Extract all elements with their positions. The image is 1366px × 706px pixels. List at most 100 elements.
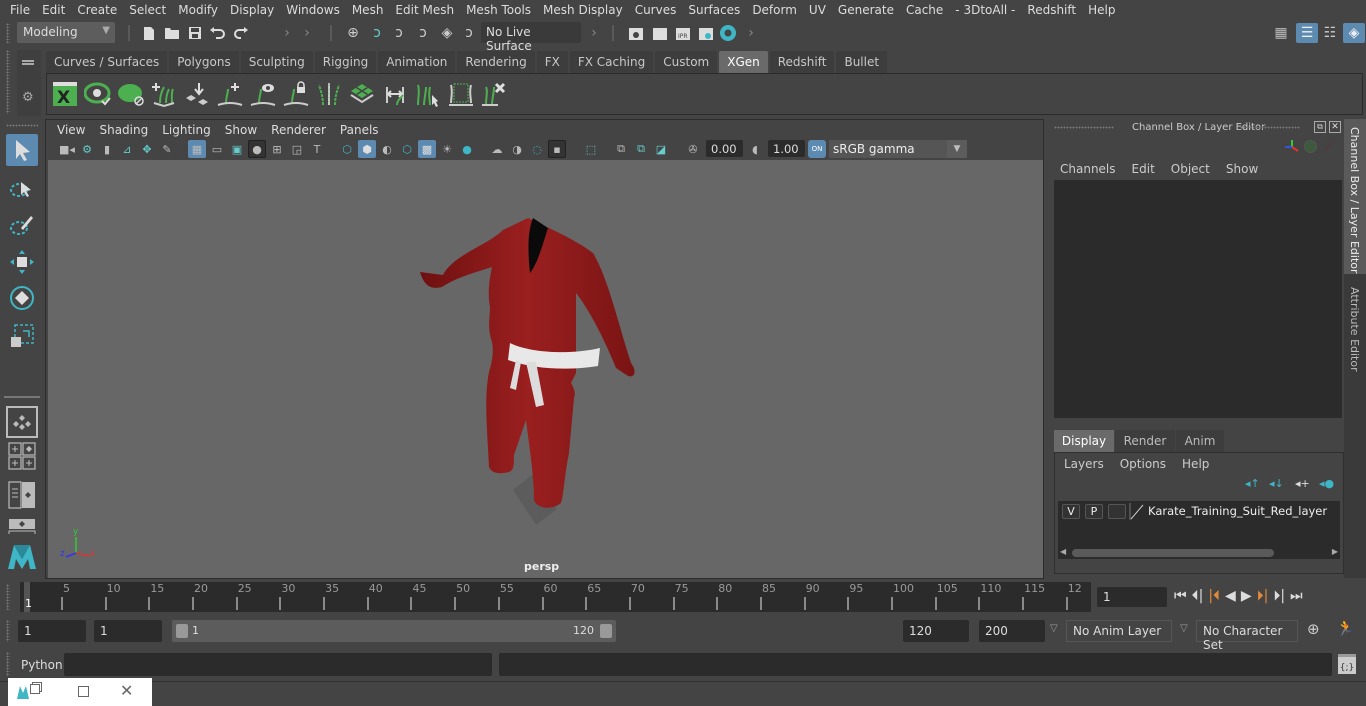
move-layer-up-icon[interactable]: ◂↑: [1245, 477, 1260, 490]
menu-edit-mesh[interactable]: Edit Mesh: [389, 3, 460, 17]
shelf-tab-fx-caching[interactable]: FX Caching: [569, 51, 654, 73]
shelf-tab-sculpting[interactable]: Sculpting: [240, 51, 313, 73]
shelf-menu-icon[interactable]: [22, 60, 34, 62]
layer-menu-layers[interactable]: Layers: [1064, 457, 1120, 471]
menu-help[interactable]: Help: [1082, 3, 1121, 17]
move-tool-icon[interactable]: [6, 246, 38, 278]
layer-playback-toggle[interactable]: P: [1085, 504, 1103, 519]
save-scene-icon[interactable]: [186, 24, 204, 42]
cb-menu-channels[interactable]: Channels: [1060, 162, 1132, 176]
menu-edit[interactable]: Edit: [36, 3, 71, 17]
step-forward-frame-icon[interactable]: ⏵|: [1257, 588, 1269, 604]
menu-cache[interactable]: Cache: [900, 3, 949, 17]
undo-icon[interactable]: [208, 24, 226, 42]
field-chart-icon[interactable]: ⊞: [268, 140, 286, 158]
layer-color-swatch[interactable]: [1129, 503, 1145, 520]
film-gate-icon[interactable]: ▭: [208, 140, 226, 158]
multisample-aa-icon[interactable]: ◌: [528, 140, 546, 158]
collapse-arrow-icon[interactable]: ›: [298, 24, 316, 42]
snap-live-icon[interactable]: ◈: [438, 24, 456, 42]
current-frame-field[interactable]: 1: [1097, 587, 1167, 607]
gamma-icon[interactable]: ◖: [746, 140, 764, 158]
menu-file[interactable]: File: [4, 3, 36, 17]
layer-name[interactable]: Karate_Training_Suit_Red_layer: [1148, 504, 1327, 518]
close-panel-icon[interactable]: ✕: [1329, 121, 1341, 133]
textured-icon[interactable]: ▩: [418, 140, 436, 158]
select-tool-icon[interactable]: [6, 134, 38, 166]
xgen-select-guides-icon[interactable]: [413, 79, 443, 109]
mode-selector[interactable]: Modeling ▼: [17, 22, 115, 43]
shelf-tab-xgen[interactable]: XGen: [719, 51, 768, 73]
shelf-tab-rendering[interactable]: Rendering: [457, 51, 535, 73]
layer-horizontal-scrollbar[interactable]: ◀ ▶: [1058, 547, 1340, 559]
menu-mesh[interactable]: Mesh: [346, 3, 390, 17]
manipulator-axis-icon[interactable]: [1284, 139, 1300, 158]
xgen-preview-icon[interactable]: [83, 79, 113, 109]
panel-menu-show[interactable]: Show: [218, 123, 264, 137]
layer-menu-help[interactable]: Help: [1182, 457, 1209, 471]
menu-modify[interactable]: Modify: [172, 3, 224, 17]
collapse-arrow-icon[interactable]: ›: [742, 24, 760, 42]
screen-space-ao-icon[interactable]: ☁: [488, 140, 506, 158]
isolate-select-icon[interactable]: ⬚: [582, 140, 600, 158]
xgen-place-guides-icon[interactable]: [182, 79, 212, 109]
render-frame-icon[interactable]: [651, 24, 669, 42]
play-forwards-icon[interactable]: ▶: [1241, 588, 1252, 604]
panel-menu-lighting[interactable]: Lighting: [155, 123, 218, 137]
new-layer-from-selected-icon[interactable]: ◂●: [1319, 477, 1334, 490]
go-to-end-icon[interactable]: ⏭: [1290, 588, 1303, 604]
render-settings-icon[interactable]: [697, 24, 715, 42]
collapse-arrow-icon[interactable]: ›: [585, 24, 603, 42]
hyperbolic-icon[interactable]: ⟋: [1324, 140, 1332, 155]
animation-preferences-icon[interactable]: 🏃: [1336, 619, 1355, 637]
tool-settings-toggle-icon[interactable]: ☷: [1321, 24, 1339, 42]
range-grip[interactable]: [6, 620, 10, 642]
layer-tab-anim[interactable]: Anim: [1176, 430, 1224, 452]
xray-components-icon[interactable]: ◪: [652, 140, 670, 158]
depth-of-field-icon[interactable]: ▪: [548, 140, 566, 158]
shelf-tab-rigging[interactable]: Rigging: [314, 51, 377, 73]
channel-list[interactable]: [1054, 180, 1342, 418]
panel-grip[interactable]: [1240, 126, 1300, 129]
render-view-icon[interactable]: [627, 24, 645, 42]
exposure-icon[interactable]: ✇: [684, 140, 702, 158]
smooth-shade-icon[interactable]: ⬢: [358, 140, 376, 158]
menu-mesh-tools[interactable]: Mesh Tools: [460, 3, 537, 17]
panel-menu-shading[interactable]: Shading: [92, 123, 155, 137]
range-slider-bar[interactable]: 1 120: [172, 620, 616, 642]
timeline-bar[interactable]: 1 5 10 15 20 25 30 35 40 45 50 55 60 65 70 75 80 85 90 95 1…: [20, 582, 1091, 612]
layer-menu-options[interactable]: Options: [1120, 457, 1182, 471]
xray-joints-icon[interactable]: ⧉: [632, 140, 650, 158]
close-icon[interactable]: ✕: [120, 681, 133, 700]
xgen-density-icon[interactable]: [347, 79, 377, 109]
end-time-field[interactable]: 200: [979, 620, 1045, 642]
four-view-layout-icon[interactable]: [6, 442, 38, 470]
playback-start-field[interactable]: 1: [94, 620, 162, 642]
snap-view-plane-icon[interactable]: ↄ: [414, 24, 432, 42]
scale-tool-icon[interactable]: [6, 320, 38, 352]
shelf-tab-fx[interactable]: FX: [536, 51, 568, 73]
karate-suit-model[interactable]: [420, 218, 635, 508]
redo-icon[interactable]: [232, 24, 250, 42]
menu-surfaces[interactable]: Surfaces: [682, 3, 746, 17]
shelf-tab-animation[interactable]: Animation: [378, 51, 456, 73]
scroll-left-icon[interactable]: ◀: [1060, 547, 1066, 556]
menu-mesh-display[interactable]: Mesh Display: [537, 3, 629, 17]
float-panel-icon[interactable]: ⧉: [1314, 121, 1326, 133]
xgen-delete-guides-icon[interactable]: [479, 79, 509, 109]
menu-windows[interactable]: Windows: [280, 3, 346, 17]
grid-toggle-icon[interactable]: ▦: [188, 140, 206, 158]
xray-icon[interactable]: ⧉: [612, 140, 630, 158]
gate-mask-icon[interactable]: ●: [248, 140, 266, 158]
menu-3dtoall[interactable]: - 3DtoAll -: [949, 3, 1021, 17]
step-back-key-icon[interactable]: ⏴|: [1192, 588, 1204, 604]
2d-pan-zoom-icon[interactable]: ✥: [138, 140, 156, 158]
motion-blur-icon[interactable]: ◑: [508, 140, 526, 158]
play-backwards-icon[interactable]: ◀: [1225, 588, 1236, 604]
script-language-toggle[interactable]: Python: [21, 658, 63, 672]
snap-curve-icon[interactable]: ↄ: [368, 24, 386, 42]
layer-tab-render[interactable]: Render: [1115, 430, 1175, 452]
colorspace-dropdown[interactable]: sRGB gamma ▼: [829, 140, 967, 158]
shelf-tab-redshift[interactable]: Redshift: [769, 51, 835, 73]
menu-curves[interactable]: Curves: [629, 3, 683, 17]
